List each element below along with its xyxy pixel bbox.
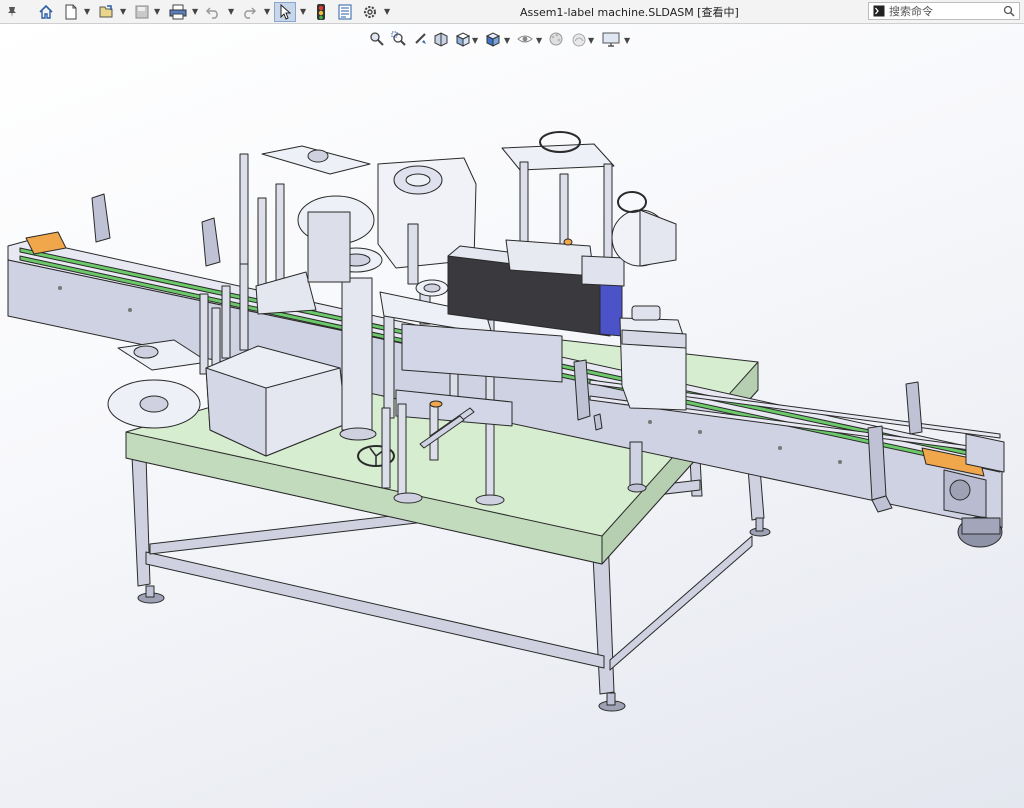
redo-icon[interactable] [240, 2, 258, 22]
redo-dropdown-chevron-icon[interactable]: ▼ [264, 7, 270, 16]
print-icon[interactable] [168, 2, 188, 22]
title-toolbar: ▼ ▼ ▼ ▼ ▼ ▼ ▼ ▼ Assem1-label machine.SLD… [0, 0, 1024, 24]
save-dropdown-chevron-icon[interactable]: ▼ [154, 7, 160, 16]
home-icon[interactable] [36, 2, 56, 22]
right-labeling-head [447, 131, 677, 337]
product-container [619, 305, 687, 411]
graphics-area[interactable]: ▼ ▼ ▼ ▼ ▼ [0, 24, 1024, 808]
file-properties-icon[interactable] [336, 2, 354, 22]
pin-icon[interactable] [4, 2, 20, 22]
rebuild-icon[interactable] [312, 2, 330, 22]
search-box[interactable] [868, 2, 1020, 20]
undo-icon[interactable] [204, 2, 222, 22]
new-dropdown-chevron-icon[interactable]: ▼ [84, 7, 90, 16]
search-input[interactable] [889, 4, 1001, 18]
window-title: Assem1-label machine.SLDASM [查看中] [520, 6, 739, 19]
new-document-icon[interactable] [62, 2, 80, 22]
save-icon[interactable] [132, 2, 152, 22]
open-icon[interactable] [96, 2, 116, 22]
command-prompt-icon [873, 5, 885, 17]
select-icon[interactable] [274, 2, 296, 22]
undo-dropdown-chevron-icon[interactable]: ▼ [228, 7, 234, 16]
labeling-machine-model[interactable] [0, 24, 1024, 808]
options-icon[interactable] [360, 2, 380, 22]
open-dropdown-chevron-icon[interactable]: ▼ [120, 7, 126, 16]
search-icon[interactable] [1003, 5, 1015, 17]
select-dropdown-chevron-icon[interactable]: ▼ [300, 7, 306, 16]
print-dropdown-chevron-icon[interactable]: ▼ [192, 7, 198, 16]
options-dropdown-chevron-icon[interactable]: ▼ [384, 7, 390, 16]
